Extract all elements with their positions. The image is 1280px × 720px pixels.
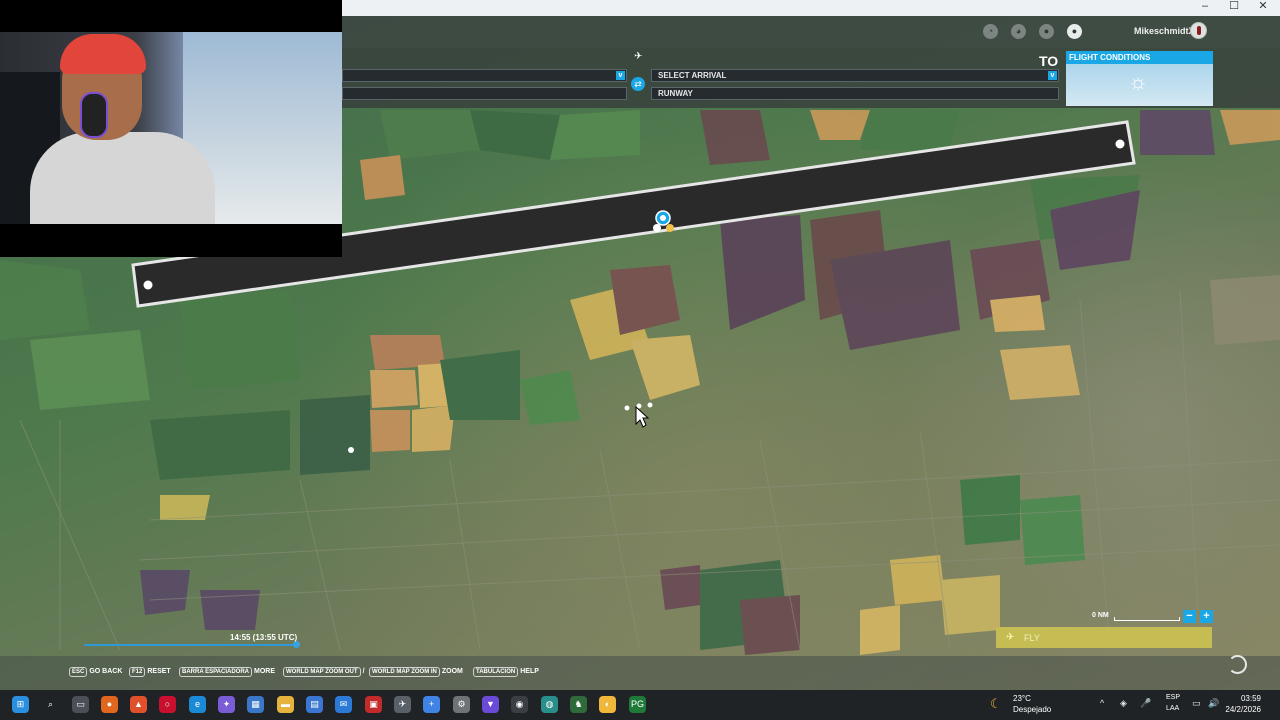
arrival-dropdown[interactable]: SELECT ARRIVAL v: [651, 69, 1059, 82]
maximize-button[interactable]: ☐: [1221, 0, 1247, 14]
pg-icon[interactable]: PG: [629, 696, 646, 713]
hint-zoom-out[interactable]: WORLD MAP ZOOM OUT /: [283, 667, 365, 677]
hint-key: BARRA ESPACIADORA: [179, 667, 253, 677]
opera-icon[interactable]: ○: [159, 696, 176, 713]
time-slider-handle[interactable]: [293, 641, 300, 648]
departure-runway-field[interactable]: [342, 87, 627, 100]
firefox-icon[interactable]: ●: [101, 696, 118, 713]
avatar[interactable]: [1190, 22, 1207, 39]
zoom-out-button[interactable]: −: [1183, 610, 1196, 623]
simulator-window: – ☐ ✕ ◔ ◕ ● ● MikeschmidtX v ✈ ⇄ SELECT …: [0, 0, 1280, 720]
departure-dropdown[interactable]: v: [342, 69, 627, 82]
chevron-down-icon: v: [616, 71, 625, 80]
time-slider-track[interactable]: [84, 644, 296, 646]
tray-overflow-icon[interactable]: ^: [1100, 698, 1104, 708]
plane-icon: ✈: [1006, 632, 1015, 643]
arrival-placeholder: SELECT ARRIVAL: [658, 71, 727, 80]
map-scale-bar: [1114, 617, 1180, 621]
arrival-runway-field[interactable]: RUNWAY: [651, 87, 1059, 100]
hint-label: ZOOM: [441, 668, 463, 675]
hint-label: MORE: [254, 668, 276, 675]
plus-app-icon[interactable]: +: [423, 696, 440, 713]
person-shirt: [30, 132, 215, 224]
folder-icon[interactable]: ▬: [277, 696, 294, 713]
marketplace-icon[interactable]: ◔: [983, 24, 998, 39]
weather-condition: Despejado: [1013, 705, 1052, 714]
chevron-down-icon: v: [1048, 71, 1057, 80]
copilot-icon[interactable]: ✦: [218, 696, 235, 713]
mouse-cursor: [635, 405, 650, 428]
hint-key: TABULACION: [473, 667, 519, 677]
volume-icon[interactable]: 🔊: [1208, 698, 1219, 709]
temperature: 23°C: [1013, 694, 1031, 703]
input-layout[interactable]: LAA: [1166, 705, 1179, 712]
task-view-icon[interactable]: ▭: [72, 696, 89, 713]
hint-help[interactable]: TABULACION HELP: [473, 667, 539, 677]
departure-waypoint: [143, 280, 153, 290]
time-label: 14:55 (13:55 UTC): [230, 633, 298, 642]
navlog-icon[interactable]: ◕: [1011, 24, 1026, 39]
vpn-icon[interactable]: ▼: [482, 696, 499, 713]
settings-icon[interactable]: ⚙: [453, 696, 470, 713]
start-icon[interactable]: ⊞: [12, 696, 29, 713]
clock-time[interactable]: 03:59: [1231, 694, 1261, 703]
sun-icon: ☼: [1128, 69, 1149, 94]
search-icon[interactable]: ⌕: [42, 696, 59, 713]
hint-label: GO BACK: [89, 668, 123, 675]
flight-conditions-title: FLIGHT CONDITIONS: [1066, 51, 1213, 64]
calendar-icon[interactable]: ▤: [306, 696, 323, 713]
flight-conditions-button[interactable]: FLIGHT CONDITIONS ☼: [1066, 51, 1213, 106]
weather-app-icon[interactable]: ◐: [599, 696, 616, 713]
outlook-icon[interactable]: ✉: [335, 696, 352, 713]
minimize-button[interactable]: –: [1192, 0, 1218, 14]
globe-icon[interactable]: ◍: [541, 696, 558, 713]
edge-icon[interactable]: e: [189, 696, 206, 713]
red-cap: [60, 34, 146, 74]
hint-label: RESET: [147, 668, 171, 675]
news-icon[interactable]: ▣: [365, 696, 382, 713]
to-label: TO: [1039, 53, 1059, 69]
clock-date[interactable]: 24/2/2026: [1225, 705, 1261, 714]
hint-zoom-in[interactable]: WORLD MAP ZOOM IN ZOOM: [369, 667, 463, 677]
brave-icon[interactable]: ▲: [130, 696, 147, 713]
hint-more[interactable]: BARRA ESPACIADORA MORE: [179, 667, 275, 677]
profile-icon[interactable]: ●: [1039, 24, 1054, 39]
hint-label: /: [362, 668, 365, 675]
loading-spinner-icon: [1228, 655, 1247, 674]
input-language[interactable]: ESP: [1166, 694, 1180, 701]
tray-app-icon[interactable]: ◈: [1120, 698, 1127, 709]
hint-label: HELP: [520, 668, 539, 675]
fly-label: FLY: [1024, 633, 1040, 643]
hint-go-back[interactable]: ESC GO BACK: [69, 667, 122, 677]
arrival-waypoint: [1115, 139, 1125, 149]
hint-reset[interactable]: F12 RESET: [129, 667, 171, 677]
zoom-in-button[interactable]: +: [1200, 610, 1213, 623]
network-icon[interactable]: ▭: [1192, 698, 1201, 709]
store-icon[interactable]: ▦: [247, 696, 264, 713]
username[interactable]: MikeschmidtX: [1134, 26, 1195, 36]
plane-icon: ✈: [634, 51, 643, 62]
webcam-overlay: [0, 0, 342, 257]
window-titlebar: [342, 0, 1280, 16]
hint-key: WORLD MAP ZOOM OUT: [283, 667, 361, 677]
obs-icon[interactable]: ◉: [511, 696, 528, 713]
flight-sim-icon[interactable]: ✈: [394, 696, 411, 713]
moon-icon[interactable]: ☾: [990, 696, 1002, 712]
map-scale-label: 0 NM: [1092, 612, 1109, 619]
runway-label: RUNWAY: [658, 89, 693, 98]
hint-key: WORLD MAP ZOOM IN: [369, 667, 440, 677]
hint-key: F12: [129, 667, 146, 677]
swap-route-button[interactable]: ⇄: [631, 77, 645, 91]
notifications-icon[interactable]: ●: [1067, 24, 1082, 39]
close-button[interactable]: ✕: [1250, 0, 1276, 14]
microphone-icon[interactable]: 🎤: [1140, 698, 1151, 709]
webcam-image: [0, 32, 342, 224]
hint-key: ESC: [69, 667, 88, 677]
headset: [80, 92, 108, 138]
game-icon[interactable]: ♞: [570, 696, 587, 713]
